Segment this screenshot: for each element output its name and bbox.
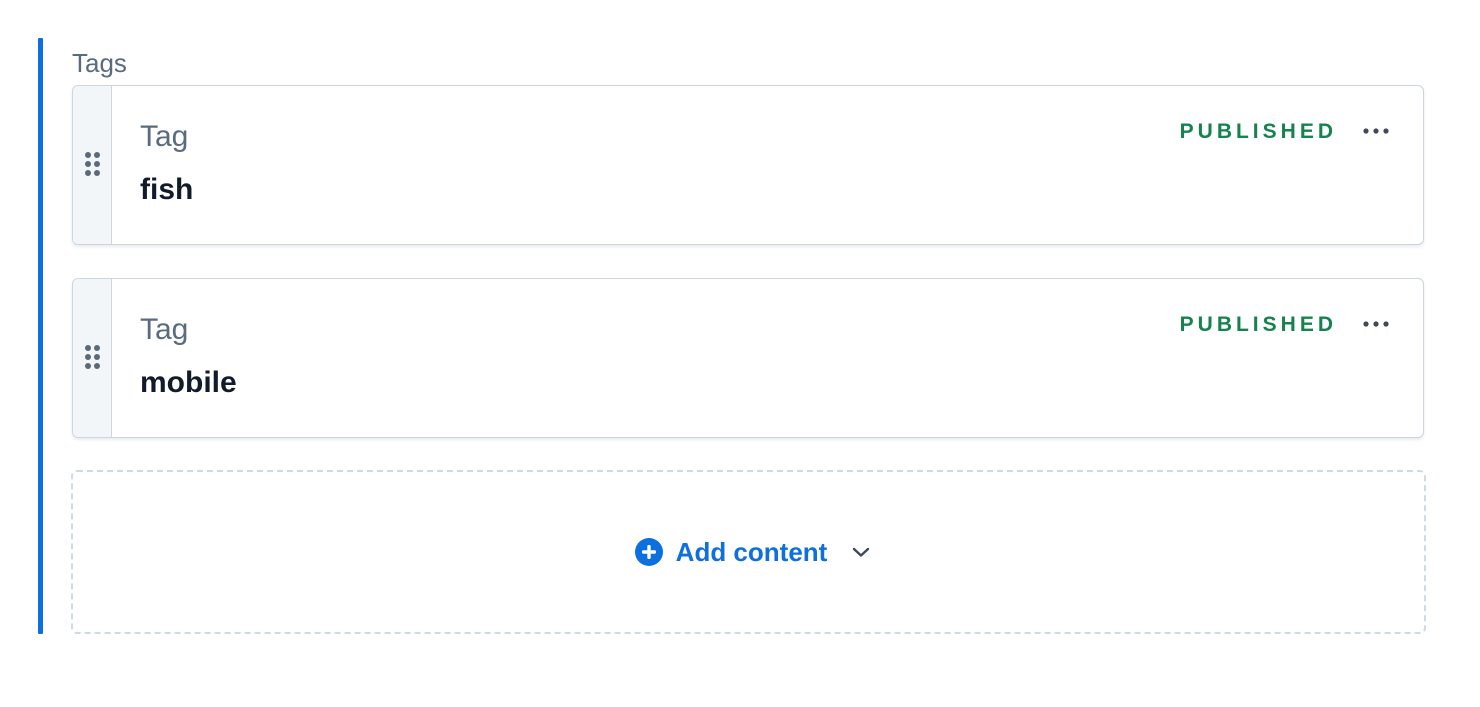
status-badge: PUBLISHED xyxy=(1179,313,1337,336)
tags-field: Tags Tag fish PUBLISHED Tag mobile PUBLI… xyxy=(38,38,1428,634)
drag-handle-icon xyxy=(84,152,100,176)
add-content-label: Add content xyxy=(675,537,828,567)
status-badge: PUBLISHED xyxy=(1179,120,1337,143)
chevron-down-icon xyxy=(851,546,871,558)
entry-content-type: Tag xyxy=(140,120,189,153)
entry-content-type: Tag xyxy=(140,313,189,346)
more-options-button[interactable] xyxy=(1359,309,1393,339)
field-label: Tags xyxy=(72,48,127,78)
drag-handle[interactable] xyxy=(73,279,112,437)
entry-title: mobile xyxy=(140,366,237,399)
more-options-button[interactable] xyxy=(1359,116,1393,146)
more-options-icon xyxy=(1363,128,1389,134)
field-focus-bar xyxy=(38,38,43,634)
add-content-zone: Add content xyxy=(71,470,1426,634)
entry-card[interactable]: Tag mobile PUBLISHED xyxy=(72,278,1424,438)
drag-handle[interactable] xyxy=(73,86,112,244)
drag-handle-icon xyxy=(84,345,100,369)
entry-title: fish xyxy=(140,173,194,206)
plus-circle-icon xyxy=(634,538,663,566)
more-options-icon xyxy=(1363,321,1389,327)
entry-card[interactable]: Tag fish PUBLISHED xyxy=(72,85,1424,245)
add-content-button[interactable]: Add content xyxy=(626,533,880,571)
